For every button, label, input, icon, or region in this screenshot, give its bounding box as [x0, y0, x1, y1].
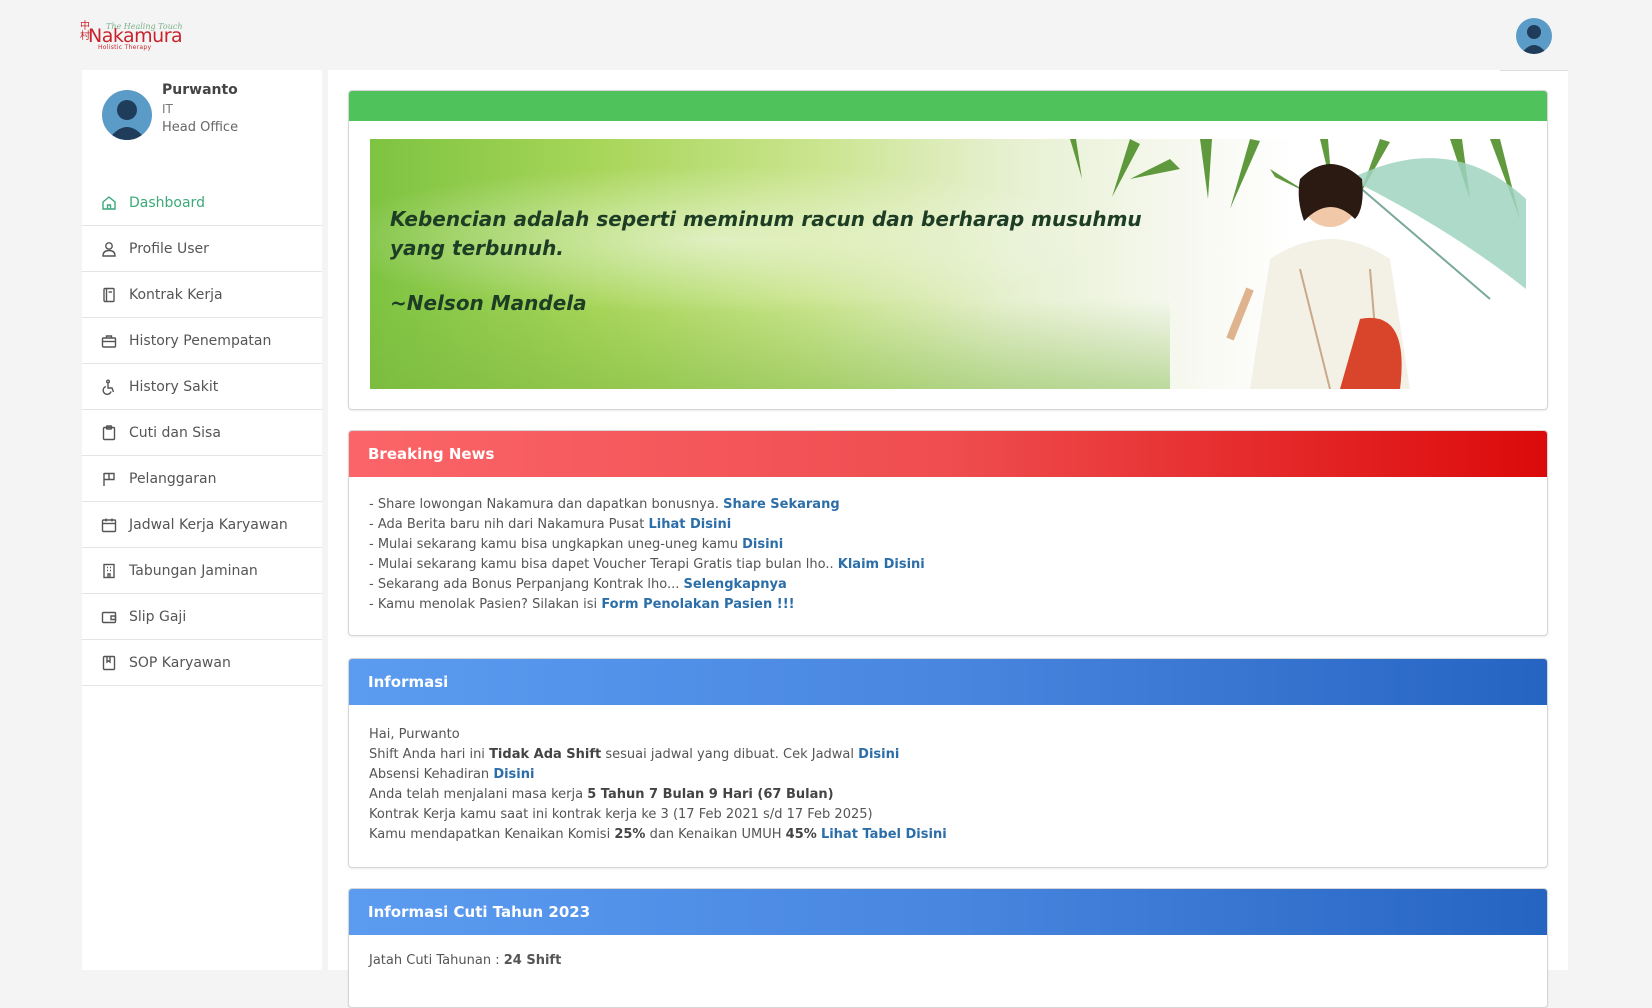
- wheelchair-icon: [100, 378, 118, 396]
- breaking-news-list: - Share lowongan Nakamura dan dapatkan b…: [349, 477, 1547, 633]
- klaim-disini-link[interactable]: Klaim Disini: [838, 557, 925, 572]
- book-icon: [100, 654, 118, 672]
- sidebar-item-label: Kontrak Kerja: [129, 286, 223, 303]
- wallet-icon: [100, 608, 118, 626]
- sidebar-item-label: Profile User: [129, 240, 209, 257]
- sidebar-menu: Dashboard Profile User Kontrak Kerja His…: [82, 180, 322, 686]
- profile-office: Head Office: [162, 120, 239, 135]
- breaking-news-title: Breaking News: [349, 431, 1547, 477]
- sidebar-item-label: Slip Gaji: [129, 608, 187, 625]
- absensi-link[interactable]: Disini: [493, 767, 534, 782]
- news-item: - Share lowongan Nakamura dan dapatkan b…: [369, 497, 840, 512]
- sidebar-item-slip-gaji[interactable]: Slip Gaji: [82, 594, 322, 640]
- avatar-icon: [108, 100, 146, 140]
- top-bar: 中村 The Healing Touch Nakamura Holistic T…: [0, 0, 1652, 70]
- banner-header-bar: [349, 91, 1547, 121]
- quote-author: ~Nelson Mandela: [390, 291, 587, 315]
- sidebar-item-sop-karyawan[interactable]: SOP Karyawan: [82, 640, 322, 686]
- sidebar-item-pelanggaran[interactable]: Pelanggaran: [82, 456, 322, 502]
- profile-department: IT: [162, 102, 173, 116]
- disini-link[interactable]: Disini: [742, 537, 783, 552]
- masa-kerja-value: 5 Tahun 7 Bulan 9 Hari (67 Bulan): [587, 787, 834, 802]
- sidebar-item-tabungan-jaminan[interactable]: Tabungan Jaminan: [82, 548, 322, 594]
- sidebar-item-label: SOP Karyawan: [129, 654, 231, 671]
- breaking-news-card: Breaking News - Share lowongan Nakamura …: [348, 430, 1548, 636]
- sidebar-item-label: Tabungan Jaminan: [129, 562, 258, 579]
- avatar-icon: [1521, 25, 1547, 54]
- sidebar-item-cuti-dan-sisa[interactable]: Cuti dan Sisa: [82, 410, 322, 456]
- sidebar-item-kontrak-kerja[interactable]: Kontrak Kerja: [82, 272, 322, 318]
- news-item: - Sekarang ada Bonus Perpanjang Kontrak …: [369, 577, 787, 592]
- absensi-line: Absensi Kehadiran Disini: [369, 767, 535, 782]
- umuh-value: 45%: [785, 827, 817, 842]
- sidebar-item-label: History Penempatan: [129, 332, 272, 349]
- quote-text: Kebencian adalah seperti meminum racun d…: [390, 207, 1142, 260]
- greeting-text: Hai, Purwanto: [369, 727, 460, 742]
- share-sekarang-link[interactable]: Share Sekarang: [723, 497, 840, 512]
- profile-name: Purwanto: [162, 82, 238, 98]
- sidebar-item-label: Dashboard: [129, 194, 205, 211]
- calendar-icon: [100, 516, 118, 534]
- masa-kerja-line: Anda telah menjalani masa kerja 5 Tahun …: [369, 787, 834, 802]
- informasi-title: Informasi: [349, 659, 1547, 705]
- document-icon: [100, 286, 118, 304]
- form-penolakan-pasien-link[interactable]: Form Penolakan Pasien !!!: [601, 597, 794, 612]
- lihat-disini-link[interactable]: Lihat Disini: [649, 517, 732, 532]
- news-item: - Ada Berita baru nih dari Nakamura Pusa…: [369, 517, 732, 532]
- informasi-card: Informasi Hai, Purwanto Shift Anda hari …: [348, 658, 1548, 868]
- news-item: - Mulai sekarang kamu bisa ungkapkan une…: [369, 537, 784, 552]
- informasi-cuti-title: Informasi Cuti Tahun 2023: [349, 889, 1547, 935]
- quote-banner: Kebencian adalah seperti meminum racun d…: [370, 139, 1526, 389]
- building-icon: [100, 562, 118, 580]
- informasi-body: Hai, Purwanto Shift Anda hari ini Tidak …: [349, 705, 1547, 865]
- informasi-cuti-card: Informasi Cuti Tahun 2023 Jatah Cuti Tah…: [348, 888, 1548, 1008]
- profile-avatar: [102, 90, 152, 140]
- sidebar-item-dashboard[interactable]: Dashboard: [82, 180, 322, 226]
- sidebar-item-history-penempatan[interactable]: History Penempatan: [82, 318, 322, 364]
- lihat-tabel-link[interactable]: Lihat Tabel Disini: [821, 827, 947, 842]
- sidebar-item-profile-user[interactable]: Profile User: [82, 226, 322, 272]
- cek-jadwal-link[interactable]: Disini: [858, 747, 899, 762]
- flag-icon: [100, 470, 118, 488]
- jatah-cuti-label: Jatah Cuti Tahunan :: [369, 953, 504, 968]
- selengkapnya-link[interactable]: Selengkapnya: [683, 577, 786, 592]
- news-item: - Mulai sekarang kamu bisa dapet Voucher…: [369, 557, 925, 572]
- sidebar-item-history-sakit[interactable]: History Sakit: [82, 364, 322, 410]
- main-content: Kebencian adalah seperti meminum racun d…: [328, 70, 1568, 1008]
- jatah-cuti-value: 24 Shift: [503, 953, 562, 968]
- news-item: - Kamu menolak Pasien? Silakan isi Form …: [369, 597, 795, 612]
- shift-value: Tidak Ada Shift: [489, 747, 602, 762]
- clipboard-icon: [100, 424, 118, 442]
- sidebar-item-label: Pelanggaran: [129, 470, 217, 487]
- kontrak-line: Kontrak Kerja kamu saat ini kontrak kerj…: [369, 807, 873, 822]
- shift-line: Shift Anda hari ini Tidak Ada Shift sesu…: [369, 747, 900, 762]
- home-icon: [100, 194, 118, 212]
- quote-banner-card: Kebencian adalah seperti meminum racun d…: [348, 90, 1548, 410]
- profile-card: Purwanto IT Head Office: [82, 70, 322, 180]
- bamboo-leaves-illustration: [1070, 139, 1526, 389]
- user-avatar-button[interactable]: [1516, 18, 1552, 54]
- komisi-line: Kamu mendapatkan Kenaikan Komisi 25% dan…: [369, 827, 947, 842]
- sidebar-item-jadwal-kerja-karyawan[interactable]: Jadwal Kerja Karyawan: [82, 502, 322, 548]
- briefcase-icon: [100, 332, 118, 350]
- user-icon: [100, 240, 118, 258]
- sidebar-item-label: Cuti dan Sisa: [129, 424, 221, 441]
- sidebar-item-label: Jadwal Kerja Karyawan: [129, 516, 288, 533]
- logo-subtitle: Holistic Therapy: [98, 44, 152, 51]
- informasi-cuti-body: Jatah Cuti Tahunan : 24 Shift: [349, 935, 1547, 986]
- sidebar-item-label: History Sakit: [129, 378, 219, 395]
- sidebar: Purwanto IT Head Office Dashboard Profil…: [82, 70, 322, 970]
- komisi-value: 25%: [614, 827, 646, 842]
